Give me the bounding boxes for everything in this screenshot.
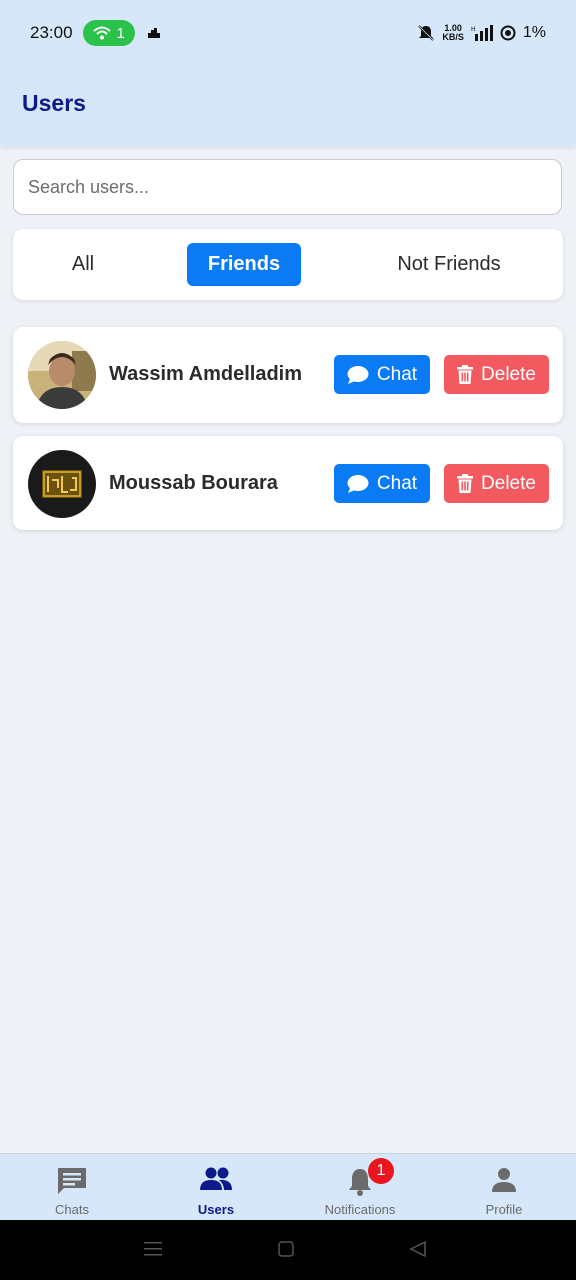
filter-tabs: All Friends Not Friends <box>13 229 563 300</box>
search-input[interactable] <box>14 160 561 214</box>
home-icon[interactable] <box>278 1240 294 1258</box>
nav-label-users: Users <box>197 1202 235 1217</box>
trash-icon <box>457 365 474 384</box>
signal-icon: H <box>471 25 493 41</box>
chat-button-label: Chat <box>376 363 418 385</box>
nav-item-chats[interactable]: Chats <box>0 1154 144 1221</box>
delete-button[interactable]: Delete <box>444 464 549 503</box>
trash-icon <box>457 474 474 493</box>
chat-button[interactable]: Chat <box>334 464 430 503</box>
users-icon <box>200 1167 232 1190</box>
delete-button[interactable]: Delete <box>444 355 549 394</box>
recent-apps-icon[interactable] <box>144 1240 162 1258</box>
back-icon[interactable] <box>409 1240 427 1258</box>
network-speed-unit: KB/S <box>442 32 464 42</box>
delete-button-label: Delete <box>481 472 536 494</box>
nav-item-notifications[interactable]: 1 Notifications <box>288 1154 432 1221</box>
wifi-hotspot-icon <box>92 26 111 40</box>
avatar[interactable] <box>28 450 96 518</box>
tab-friends[interactable]: Friends <box>187 243 301 286</box>
chat-button[interactable]: Chat <box>334 355 430 394</box>
tab-all[interactable]: All <box>43 243 123 286</box>
app-header: Users <box>0 66 576 146</box>
hotspot-count: 1 <box>116 24 125 42</box>
chat-bubble-icon <box>347 365 369 384</box>
user-name: Moussab Bourara <box>109 472 278 494</box>
user-photo-avatar <box>28 341 96 409</box>
nav-item-users[interactable]: Users <box>144 1154 288 1221</box>
mute-bell-icon <box>418 25 435 41</box>
nav-label-notifications: Notifications <box>324 1202 396 1217</box>
page-title: Users <box>22 90 86 116</box>
tab-not-friends[interactable]: Not Friends <box>379 243 519 286</box>
user-card: Wassim Amdelladim Chat Delete <box>13 327 563 423</box>
person-icon <box>492 1168 516 1192</box>
battery-ring-icon <box>500 25 516 41</box>
hotspot-indicator: 1 <box>82 20 135 46</box>
system-nav-bar <box>0 1220 576 1280</box>
chat-bubble-icon <box>347 474 369 493</box>
search-box <box>13 159 562 215</box>
avatar[interactable] <box>28 341 96 409</box>
chat-bubble-icon <box>58 1168 86 1194</box>
nav-label-chats: Chats <box>55 1202 89 1217</box>
notification-badge: 1 <box>368 1158 394 1184</box>
user-card: Moussab Bourara Chat Delete <box>13 436 563 530</box>
nav-label-profile: Profile <box>485 1202 523 1217</box>
battery-percent: 1% <box>522 24 546 41</box>
chat-button-label: Chat <box>376 472 418 494</box>
calligraphy-avatar <box>28 450 96 518</box>
svg-text:H: H <box>471 26 476 33</box>
nav-item-profile[interactable]: Profile <box>432 1154 576 1221</box>
status-right-group: 1.00 KB/S H 1% <box>417 24 546 42</box>
status-bar: 23:00 1 1.00 KB/S H 1% <box>0 0 576 66</box>
notification-app-icon <box>147 28 160 38</box>
status-time: 23:00 <box>30 23 73 42</box>
delete-button-label: Delete <box>481 363 536 385</box>
user-name: Wassim Amdelladim <box>109 363 303 385</box>
network-speed: 1.00 KB/S <box>442 24 464 42</box>
bottom-nav: Chats Users 1 Notifications Profile <box>0 1153 576 1220</box>
